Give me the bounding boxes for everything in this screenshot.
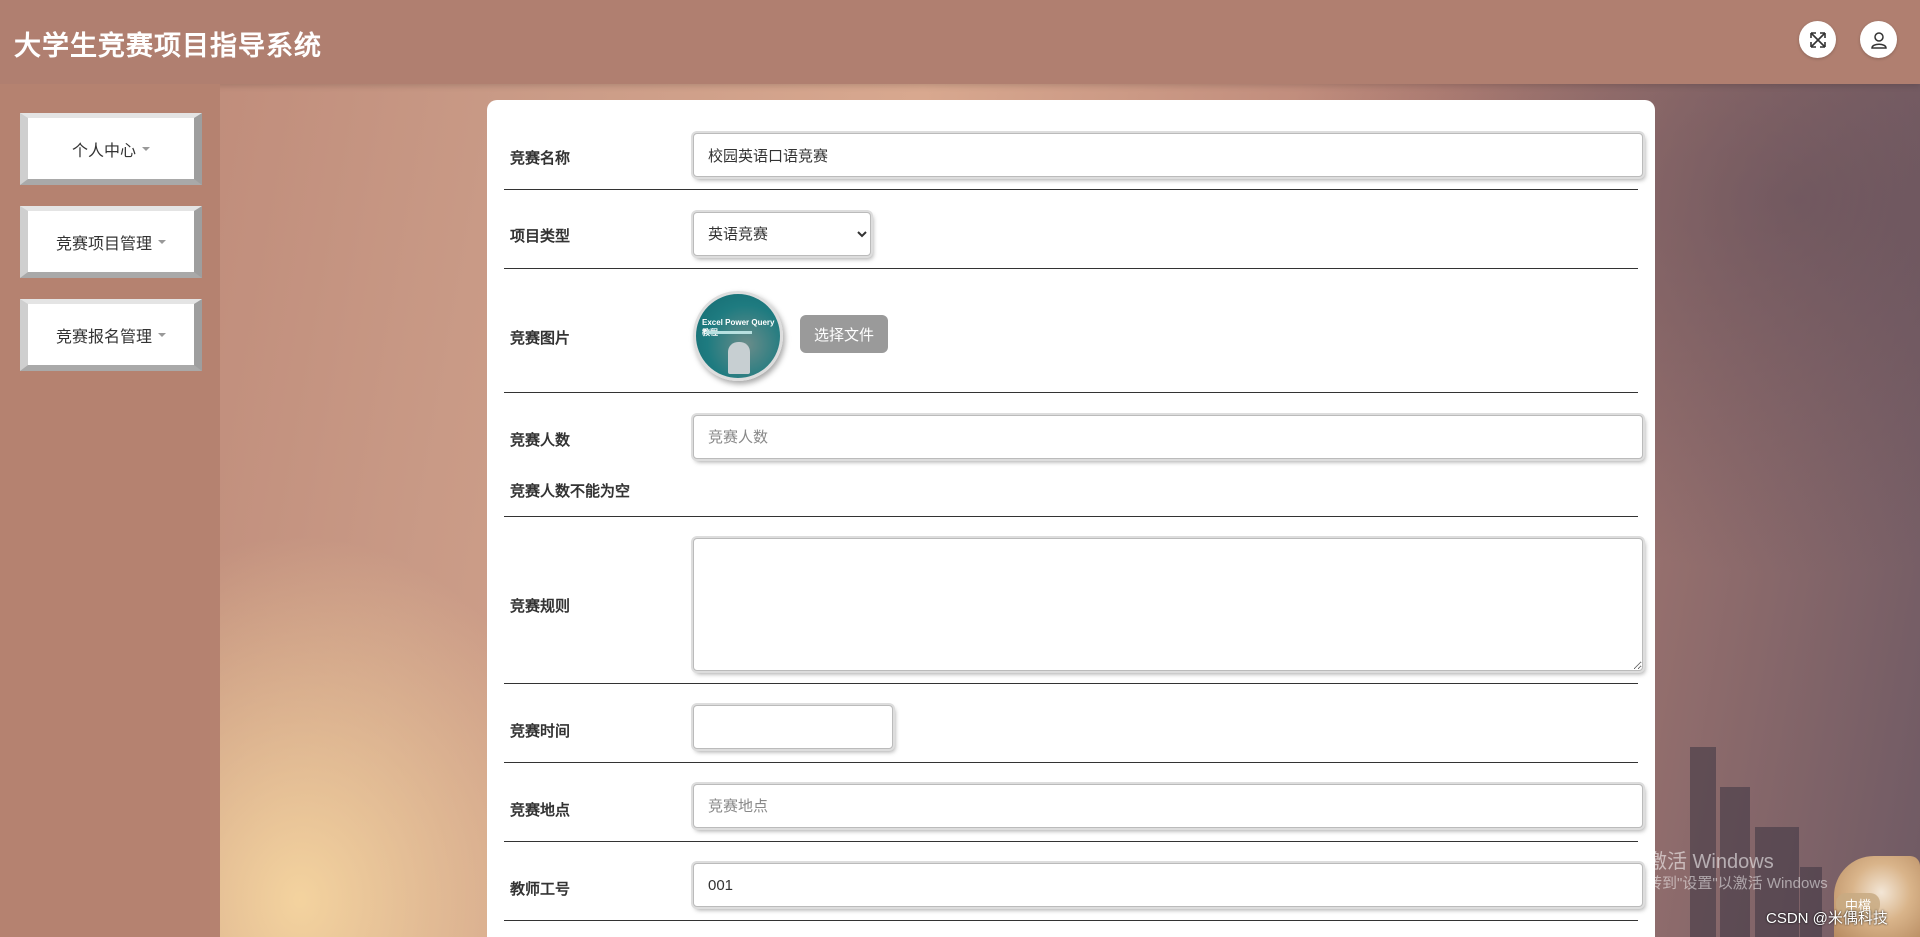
- field-label: 竞赛规则: [510, 598, 571, 615]
- choose-file-button[interactable]: 选择文件: [800, 315, 888, 353]
- form-row-teacher-id: 教师工号: [504, 842, 1643, 921]
- sidebar-item-label: 竞赛报名管理: [55, 328, 152, 346]
- fullscreen-icon: [1809, 31, 1826, 48]
- form-row-image: 竞赛图片 Excel Power Query 教程 选择文件: [504, 269, 1638, 393]
- user-icon: [1870, 31, 1887, 49]
- form-row-participants: 竞赛人数 竞赛人数不能为空: [504, 393, 1643, 517]
- field-label: 竞赛图片: [510, 330, 571, 347]
- field-label: 项目类型: [510, 228, 571, 245]
- chevron-down-icon: [142, 146, 150, 151]
- app-title: 大学生竞赛项目指导系统: [14, 31, 322, 61]
- field-label: 竞赛地点: [510, 802, 571, 819]
- activate-windows-hint: 转到"设置"以激活 Windows: [1647, 875, 1828, 892]
- csdn-credit: CSDN @米偶科技: [1766, 910, 1888, 927]
- sidebar: 个人中心 竞赛项目管理 竞赛报名管理: [0, 84, 220, 937]
- field-label: 教师工号: [510, 881, 571, 898]
- form-row-name: 竞赛名称: [504, 100, 1643, 190]
- activate-windows-title: 激活 Windows: [1647, 851, 1774, 873]
- form-row-type: 项目类型 英语竞赛: [504, 190, 1638, 269]
- competition-time-input[interactable]: [693, 705, 893, 749]
- thumbnail-text: Excel Power Query 教程: [702, 318, 775, 337]
- sidebar-item-competition-projects[interactable]: 竞赛项目管理: [20, 206, 202, 278]
- building-shape: [1690, 747, 1716, 937]
- field-label: 竞赛时间: [510, 723, 571, 740]
- fullscreen-button[interactable]: [1799, 21, 1836, 58]
- validation-error: 竞赛人数不能为空: [510, 483, 631, 500]
- sidebar-item-label: 竞赛项目管理: [55, 235, 152, 253]
- form-row-rules: 竞赛规则: [504, 517, 1643, 684]
- competition-image-thumbnail: Excel Power Query 教程: [693, 291, 783, 381]
- top-header: 大学生竞赛项目指导系统: [0, 0, 1920, 84]
- field-label: 竞赛人数: [510, 432, 571, 449]
- user-button[interactable]: [1860, 21, 1897, 58]
- participants-input[interactable]: [693, 415, 1643, 459]
- form-row-location: 竞赛地点: [504, 763, 1643, 842]
- rules-textarea[interactable]: [693, 538, 1643, 671]
- location-input[interactable]: [693, 784, 1643, 828]
- competition-name-input[interactable]: [693, 133, 1643, 177]
- chevron-down-icon: [158, 332, 166, 337]
- field-label: 竞赛名称: [510, 150, 571, 167]
- chevron-down-icon: [158, 239, 166, 244]
- sidebar-item-label: 个人中心: [71, 142, 136, 160]
- teacher-id-input[interactable]: [693, 863, 1643, 907]
- form-panel: 竞赛名称 项目类型 英语竞赛 竞赛图片 Excel Power Query 教程…: [487, 100, 1655, 937]
- sidebar-item-personal-center[interactable]: 个人中心: [20, 113, 202, 185]
- form-row-time: 竞赛时间: [504, 684, 1638, 763]
- sidebar-item-registrations[interactable]: 竞赛报名管理: [20, 299, 202, 371]
- project-type-select[interactable]: 英语竞赛: [693, 212, 871, 256]
